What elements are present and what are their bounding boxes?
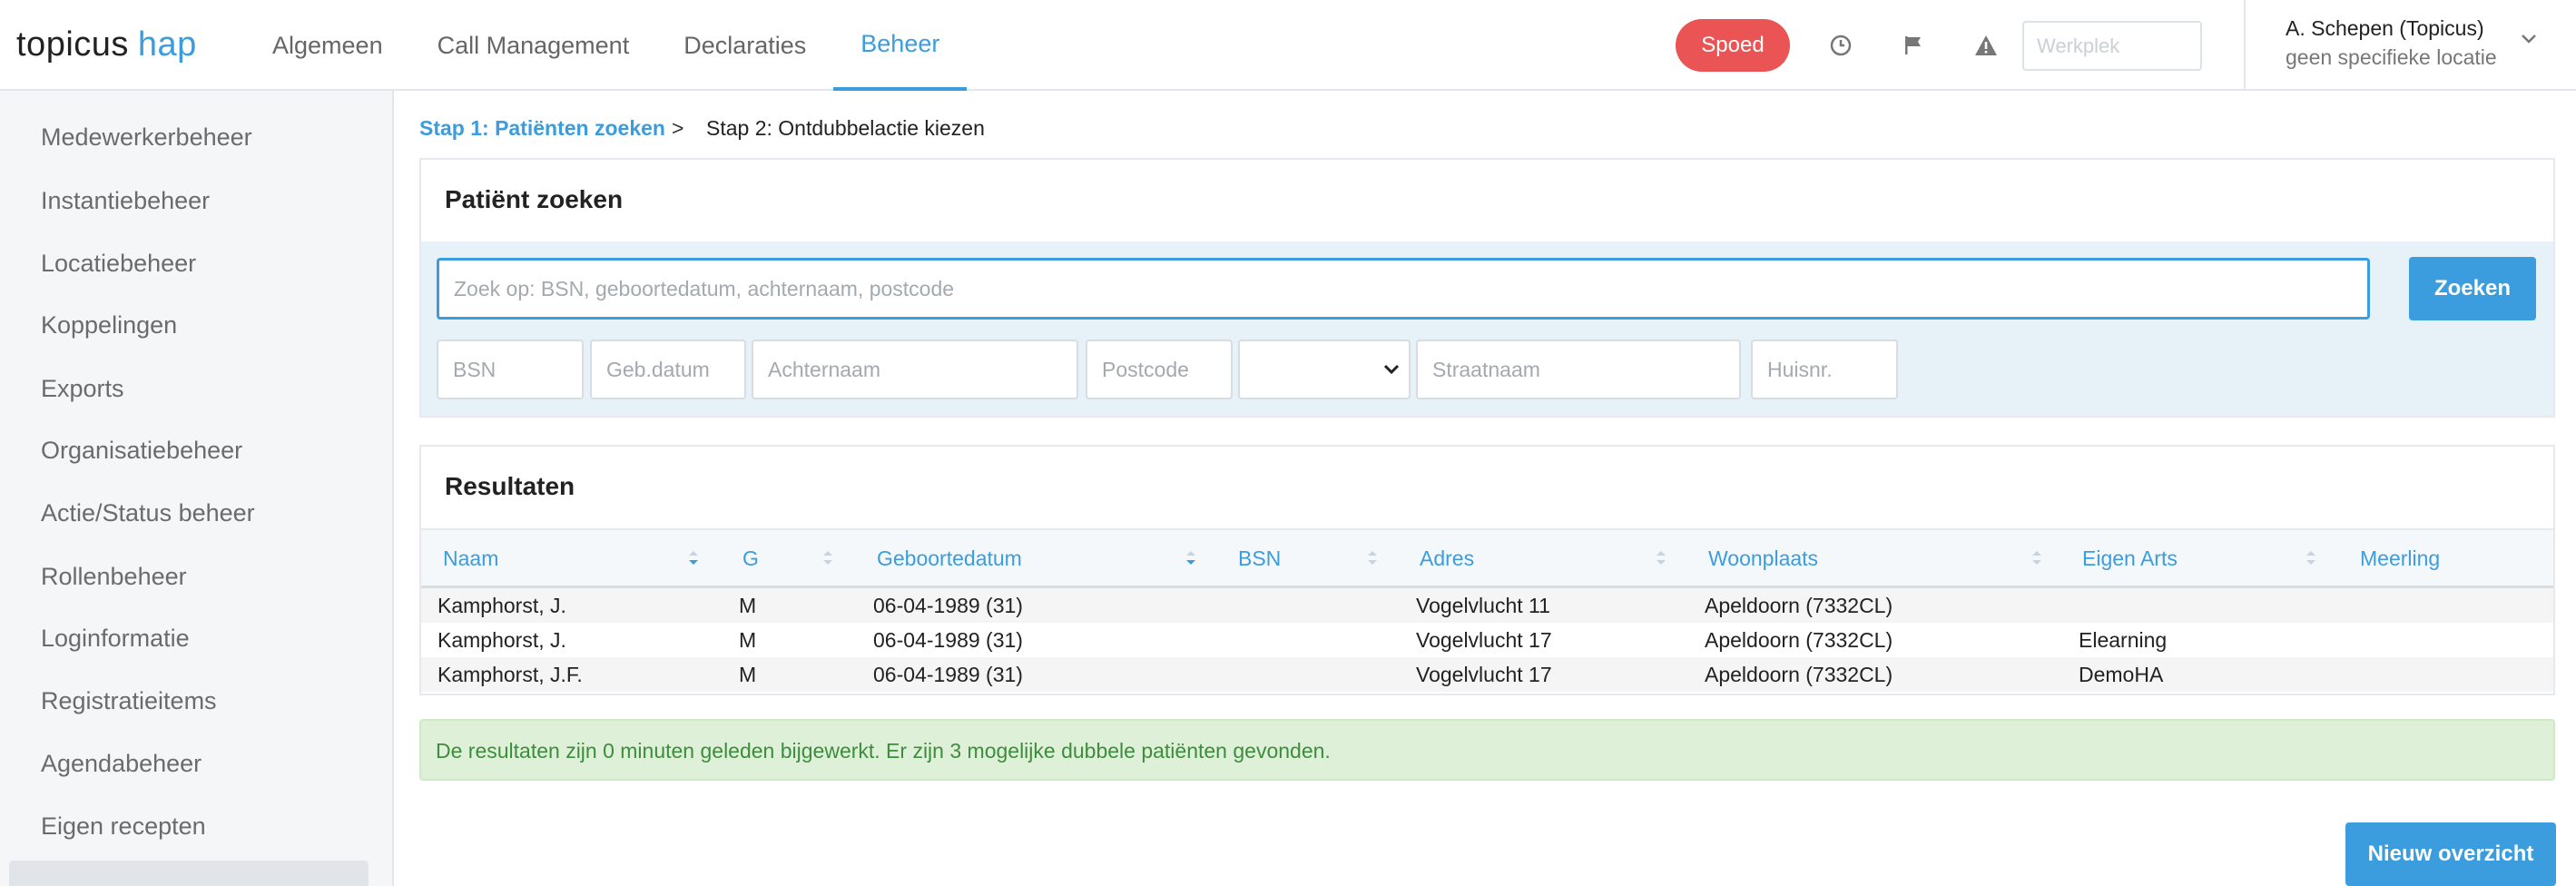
column-header-eigen-arts[interactable]: Eigen Arts — [2082, 546, 2178, 571]
chevron-down-icon[interactable] — [2520, 33, 2538, 50]
cell-geboortedatum: 06-04-1989 (31) — [873, 628, 1023, 652]
nieuw-overzicht-button[interactable]: Nieuw overzicht — [2345, 822, 2556, 886]
huisnummer-field[interactable] — [1751, 340, 1898, 399]
main-nav: Algemeen Call Management Declaraties Beh… — [245, 0, 968, 91]
cell-naam: Kamphorst, J. — [438, 628, 566, 652]
results-panel: Resultaten Naam G Geboortedatum BSN Adre… — [419, 445, 2555, 695]
sort-icon[interactable] — [2304, 548, 2318, 573]
straatnaam-field[interactable] — [1416, 340, 1741, 399]
results-title: Resultaten — [445, 472, 575, 500]
cell-geslacht: M — [739, 628, 757, 652]
sidebar-item-eigen-recepten[interactable]: Eigen recepten — [41, 812, 206, 841]
achternaam-field[interactable] — [752, 340, 1078, 399]
nav-call-management[interactable]: Call Management — [410, 0, 657, 91]
huisnr-toevoeging-select[interactable] — [1238, 340, 1411, 399]
flag-icon[interactable] — [1895, 27, 1932, 64]
sidebar-item-registratieitems[interactable]: Registratieitems — [41, 687, 217, 715]
cell-adres: Vogelvlucht 17 — [1416, 663, 1552, 686]
sidebar-item-medewerkerbeheer[interactable]: Medewerkerbeheer — [41, 123, 252, 152]
cell-naam: Kamphorst, J.F. — [438, 663, 583, 686]
logo[interactable]: topicus hap — [16, 25, 197, 64]
sidebar-item-instantiebeheer[interactable]: Instantiebeheer — [41, 187, 210, 215]
user-divider — [2244, 0, 2246, 91]
user-name[interactable]: A. Schepen (Topicus) — [2286, 16, 2484, 41]
cell-adres: Vogelvlucht 17 — [1416, 628, 1552, 652]
nav-declaraties[interactable]: Declaraties — [656, 0, 833, 91]
sort-icon[interactable] — [1365, 548, 1380, 573]
sidebar-item-exports[interactable]: Exports — [41, 375, 124, 403]
logo-text-secondary: hap — [137, 25, 197, 64]
zoeken-button[interactable]: Zoeken — [2409, 257, 2536, 320]
sidebar-item-active[interactable] — [9, 861, 369, 886]
cell-geboortedatum: 06-04-1989 (31) — [873, 663, 1023, 686]
sort-desc-icon[interactable] — [686, 548, 701, 573]
sort-icon[interactable] — [821, 548, 835, 573]
table-row[interactable]: Kamphorst, J. M 06-04-1989 (31) Vogelvlu… — [421, 588, 2553, 623]
column-header-geslacht[interactable]: G — [742, 546, 759, 571]
bsn-field[interactable] — [437, 340, 584, 399]
breadcrumb-step-2: Stap 2: Ontdubbelactie kiezen — [706, 116, 985, 140]
cell-eigen-arts: DemoHA — [2079, 663, 2164, 686]
cell-woonplaats: Apeldoorn (7332CL) — [1705, 628, 1893, 652]
cell-woonplaats: Apeldoorn (7332CL) — [1705, 594, 1893, 617]
results-table-header: Naam G Geboortedatum BSN Adres Woonplaat… — [421, 528, 2553, 588]
table-row[interactable]: Kamphorst, J. M 06-04-1989 (31) Vogelvlu… — [421, 623, 2553, 657]
breadcrumb-step-1[interactable]: Stap 1: Patiënten zoeken — [419, 116, 665, 141]
logo-text-primary: topicus — [16, 25, 129, 64]
column-header-bsn[interactable]: BSN — [1238, 546, 1281, 571]
search-panel-title: Patiënt zoeken — [445, 185, 624, 213]
werkplek-input[interactable] — [2022, 21, 2202, 71]
sidebar-item-actie-status-beheer[interactable]: Actie/Status beheer — [41, 499, 255, 527]
user-location[interactable]: geen specifieke locatie — [2286, 45, 2497, 70]
nav-beheer[interactable]: Beheer — [833, 0, 968, 91]
sort-icon[interactable] — [2030, 548, 2044, 573]
warning-icon[interactable] — [1968, 27, 2004, 64]
sidebar-item-loginformatie[interactable]: Loginformatie — [41, 625, 190, 653]
column-header-geboortedatum[interactable]: Geboortedatum — [877, 546, 1022, 571]
cell-geslacht: M — [739, 663, 757, 686]
cell-geslacht: M — [739, 594, 757, 617]
top-bar: topicus hap Algemeen Call Management Decl… — [0, 0, 2576, 91]
clock-icon[interactable] — [1823, 27, 1859, 64]
sort-icon[interactable] — [1654, 548, 1668, 573]
column-header-meerling[interactable]: Meerling — [2360, 546, 2440, 571]
results-info-message: De resultaten zijn 0 minuten geleden bij… — [419, 719, 2555, 781]
cell-woonplaats: Apeldoorn (7332CL) — [1705, 663, 1893, 686]
column-header-adres[interactable]: Adres — [1420, 546, 1474, 571]
cell-naam: Kamphorst, J. — [438, 594, 566, 617]
sort-desc-icon[interactable] — [1184, 548, 1198, 573]
chevron-down-icon — [1381, 359, 1401, 384]
patient-search-input[interactable] — [437, 258, 2370, 320]
sidebar-item-koppelingen[interactable]: Koppelingen — [41, 311, 177, 340]
breadcrumb-separator: > — [672, 116, 684, 140]
nav-algemeen[interactable]: Algemeen — [245, 0, 410, 91]
table-row[interactable]: Kamphorst, J.F. M 06-04-1989 (31) Vogelv… — [421, 657, 2553, 692]
spoed-button[interactable]: Spoed — [1676, 19, 1790, 72]
sidebar-item-agendabeheer[interactable]: Agendabeheer — [41, 750, 202, 778]
geboortedatum-field[interactable] — [590, 340, 746, 399]
cell-adres: Vogelvlucht 11 — [1416, 594, 1550, 617]
cell-geboortedatum: 06-04-1989 (31) — [873, 594, 1023, 617]
sidebar-item-locatiebeheer[interactable]: Locatiebeheer — [41, 250, 196, 278]
cell-eigen-arts: Elearning — [2079, 628, 2168, 652]
sidebar: Medewerkerbeheer Instantiebeheer Locatie… — [0, 91, 394, 886]
column-header-naam[interactable]: Naam — [443, 546, 498, 571]
column-header-woonplaats[interactable]: Woonplaats — [1708, 546, 1818, 571]
postcode-field[interactable] — [1086, 340, 1233, 399]
sidebar-item-organisatiebeheer[interactable]: Organisatiebeheer — [41, 437, 242, 465]
sidebar-item-rollenbeheer[interactable]: Rollenbeheer — [41, 563, 187, 591]
